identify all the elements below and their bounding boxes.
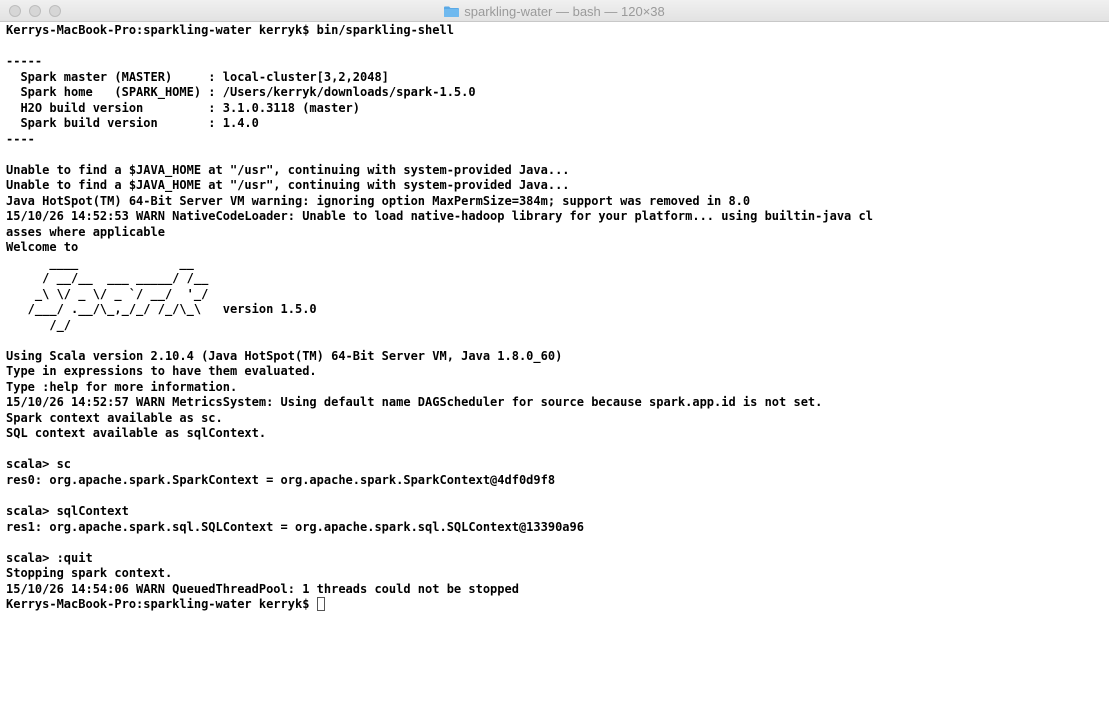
terminal-line: 15/10/26 14:54:06 WARN QueuedThreadPool:… — [6, 582, 1106, 598]
terminal-line: res0: org.apache.spark.SparkContext = or… — [6, 473, 1106, 489]
terminal-line-text: 15/10/26 14:54:06 WARN QueuedThreadPool:… — [6, 581, 519, 596]
terminal-line-text: Spark context available as sc. — [6, 410, 223, 425]
terminal-line-text: 15/10/26 14:52:57 WARN MetricsSystem: Us… — [6, 395, 823, 410]
terminal-line-text: scala> :quit — [6, 550, 93, 565]
terminal-line: Type :help for more information. — [6, 380, 1106, 396]
terminal-line-text: Kerrys-MacBook-Pro:sparkling-water kerry… — [6, 23, 454, 37]
terminal-line: Java HotSpot(TM) 64-Bit Server VM warnin… — [6, 194, 1106, 210]
terminal-line: Stopping spark context. — [6, 566, 1106, 582]
terminal-line-text: / __/__ ___ _____/ /__ — [6, 271, 209, 286]
terminal-line-text: scala> sc — [6, 457, 72, 472]
terminal-line-text: 15/10/26 14:52:53 WARN NativeCodeLoader:… — [6, 209, 873, 224]
terminal-line: H2O build version : 3.1.0.3118 (master) — [6, 101, 1106, 117]
terminal-line-text: Unable to find a $JAVA_HOME at "/usr", c… — [6, 162, 570, 177]
terminal-line: / __/__ ___ _____/ /__ — [6, 271, 1106, 287]
terminal-line: scala> :quit — [6, 551, 1106, 567]
terminal-line: SQL context available as sqlContext. — [6, 426, 1106, 442]
terminal-line: scala> sqlContext — [6, 504, 1106, 520]
terminal-line: Spark master (MASTER) : local-cluster[3,… — [6, 70, 1106, 86]
terminal-line: Using Scala version 2.10.4 (Java HotSpot… — [6, 349, 1106, 365]
terminal-line: _\ \/ _ \/ _ `/ __/ '_/ — [6, 287, 1106, 303]
terminal-line-text: ____ __ — [6, 255, 194, 270]
terminal-line-text: Welcome to — [6, 240, 79, 255]
terminal-line: Unable to find a $JAVA_HOME at "/usr", c… — [6, 163, 1106, 179]
terminal-line: Welcome to — [6, 240, 1106, 256]
terminal-line-text: SQL context available as sqlContext. — [6, 426, 267, 441]
terminal-line-text: Unable to find a $JAVA_HOME at "/usr", c… — [6, 178, 570, 193]
terminal-line: Unable to find a $JAVA_HOME at "/usr", c… — [6, 178, 1106, 194]
terminal-line-text: Type :help for more information. — [6, 379, 238, 394]
terminal-line: /___/ .__/\_,_/_/ /_/\_\ version 1.5.0 — [6, 302, 1106, 318]
terminal-line-text: res0: org.apache.spark.SparkContext = or… — [6, 472, 556, 487]
terminal-line-text: Java HotSpot(TM) 64-Bit Server VM warnin… — [6, 193, 751, 208]
terminal-line: /_/ — [6, 318, 1106, 334]
terminal-line-text: ---- — [6, 131, 35, 146]
terminal-line-text: /___/ .__/\_,_/_/ /_/\_\ version 1.5.0 — [6, 302, 317, 317]
terminal-line: Type in expressions to have them evaluat… — [6, 364, 1106, 380]
terminal-line: ----- — [6, 54, 1106, 70]
terminal-output[interactable]: Kerrys-MacBook-Pro:sparkling-water kerry… — [6, 23, 1106, 728]
window-title: sparkling-water — bash — 120×38 — [464, 3, 665, 19]
terminal-line-text: Spark master (MASTER) : local-cluster[3,… — [6, 69, 389, 84]
terminal-line-text: Type in expressions to have them evaluat… — [6, 364, 317, 379]
terminal-line-text: Using Scala version 2.10.4 (Java HotSpot… — [6, 348, 563, 363]
terminal-line: asses where applicable — [6, 225, 1106, 241]
terminal-line-text: scala> sqlContext — [6, 503, 129, 518]
terminal-line: Kerrys-MacBook-Pro:sparkling-water kerry… — [6, 23, 1106, 39]
terminal-line-text: Kerrys-MacBook-Pro:sparkling-water kerry… — [6, 597, 317, 612]
terminal-line: 15/10/26 14:52:53 WARN NativeCodeLoader:… — [6, 209, 1106, 225]
window-title-group: sparkling-water — bash — 120×38 — [0, 0, 1109, 22]
terminal-line: ---- — [6, 132, 1106, 148]
terminal-line-text: Spark build version : 1.4.0 — [6, 116, 259, 131]
title-bar[interactable]: sparkling-water — bash — 120×38 — [0, 0, 1109, 22]
terminal-line: Spark context available as sc. — [6, 411, 1106, 427]
terminal-line-text: asses where applicable — [6, 224, 165, 239]
cursor — [316, 597, 325, 612]
terminal-line: res1: org.apache.spark.sql.SQLContext = … — [6, 520, 1106, 536]
terminal-line-text: H2O build version : 3.1.0.3118 (master) — [6, 100, 361, 115]
terminal-line: ____ __ — [6, 256, 1106, 272]
terminal-line: 15/10/26 14:52:57 WARN MetricsSystem: Us… — [6, 395, 1106, 411]
terminal-line: Kerrys-MacBook-Pro:sparkling-water kerry… — [6, 597, 1106, 613]
terminal-line-text: ----- — [6, 54, 43, 69]
terminal-line-text: res1: org.apache.spark.sql.SQLContext = … — [6, 519, 584, 534]
terminal-line: Spark build version : 1.4.0 — [6, 116, 1106, 132]
terminal-line-text: Stopping spark context. — [6, 566, 173, 581]
terminal-line-text: _\ \/ _ \/ _ `/ __/ '_/ — [6, 286, 209, 301]
terminal-line: scala> sc — [6, 457, 1106, 473]
terminal-line-text: Spark home (SPARK_HOME) : /Users/kerryk/… — [6, 85, 476, 100]
terminal-line-text: /_/ — [6, 317, 72, 332]
terminal-window: sparkling-water — bash — 120×38 Kerrys-M… — [0, 0, 1109, 728]
terminal-line: Spark home (SPARK_HOME) : /Users/kerryk/… — [6, 85, 1106, 101]
folder-icon — [444, 6, 460, 17]
